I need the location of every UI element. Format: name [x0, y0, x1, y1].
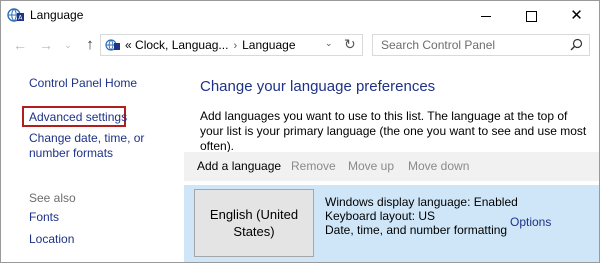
- language-toolbar: Add a language Remove Move up Move down: [184, 152, 599, 181]
- fonts-link[interactable]: Fonts: [29, 210, 59, 225]
- title-bar: A Language ✕: [1, 1, 599, 30]
- main-content: Change your language preferences Add lan…: [184, 61, 599, 262]
- task-pane: Control Panel Home Advanced settings Cha…: [1, 61, 184, 262]
- forward-button[interactable]: →: [37, 36, 55, 54]
- up-button[interactable]: ↑: [81, 36, 99, 54]
- maximize-button[interactable]: [509, 1, 554, 30]
- search-box[interactable]: Search Control Panel: [372, 34, 590, 56]
- language-details: Windows display language: Enabled Keyboa…: [325, 195, 518, 237]
- see-also-heading: See also: [29, 191, 76, 205]
- maximize-icon: [526, 11, 537, 23]
- control-panel-icon: [105, 39, 120, 51]
- close-icon: ✕: [570, 7, 583, 24]
- minimize-icon: [480, 16, 491, 18]
- move-down-button[interactable]: Move down: [408, 159, 469, 173]
- add-language-button[interactable]: Add a language: [197, 159, 281, 173]
- formatting-info: Date, time, and number formatting: [325, 223, 508, 237]
- location-link[interactable]: Location: [29, 232, 74, 247]
- language-name: English (United States): [209, 207, 299, 239]
- navigation-bar: ← → ⌄ ↑ « Clock, Languag... › Language ⌄ ↻…: [1, 30, 599, 61]
- address-dropdown-icon[interactable]: ⌄: [325, 38, 333, 49]
- language-window: A Language ✕ ← → ⌄ ↑ « Clock, Languag...…: [0, 0, 600, 263]
- breadcrumb-item-clock-language[interactable]: Clock, Languag...: [135, 38, 228, 52]
- language-tile[interactable]: English (United States): [194, 189, 314, 257]
- close-button[interactable]: ✕: [554, 1, 599, 30]
- language-options-link[interactable]: Options: [510, 215, 551, 229]
- minimize-button[interactable]: [463, 1, 508, 30]
- search-icon[interactable]: [570, 38, 583, 51]
- move-up-button[interactable]: Move up: [348, 159, 394, 173]
- page-title: Change your language preferences: [200, 78, 436, 95]
- breadcrumb-overflow[interactable]: «: [125, 38, 132, 52]
- display-language-status: Windows display language: Enabled: [325, 195, 518, 209]
- page-description: Add languages you want to use to this li…: [200, 109, 587, 153]
- window-title: Language: [30, 8, 84, 22]
- breadcrumb-separator-icon[interactable]: ›: [233, 40, 237, 52]
- refresh-icon[interactable]: ↻: [344, 36, 356, 53]
- back-button[interactable]: ←: [11, 36, 29, 54]
- language-list-item[interactable]: English (United States) Windows display …: [184, 185, 599, 262]
- advanced-settings-link[interactable]: Advanced settings: [29, 110, 127, 125]
- breadcrumb: « Clock, Languag... › Language: [125, 38, 296, 52]
- control-panel-home-link[interactable]: Control Panel Home: [29, 76, 137, 91]
- address-bar[interactable]: « Clock, Languag... › Language ⌄ ↻: [100, 34, 363, 56]
- language-app-icon: A: [7, 8, 24, 22]
- change-date-time-number-formats-link[interactable]: Change date, time, or number formats: [29, 131, 179, 161]
- breadcrumb-item-language[interactable]: Language: [242, 38, 295, 52]
- search-placeholder: Search Control Panel: [381, 38, 496, 52]
- recent-locations-button[interactable]: ⌄: [59, 36, 77, 54]
- remove-button[interactable]: Remove: [291, 159, 336, 173]
- keyboard-layout: Keyboard layout: US: [325, 209, 436, 223]
